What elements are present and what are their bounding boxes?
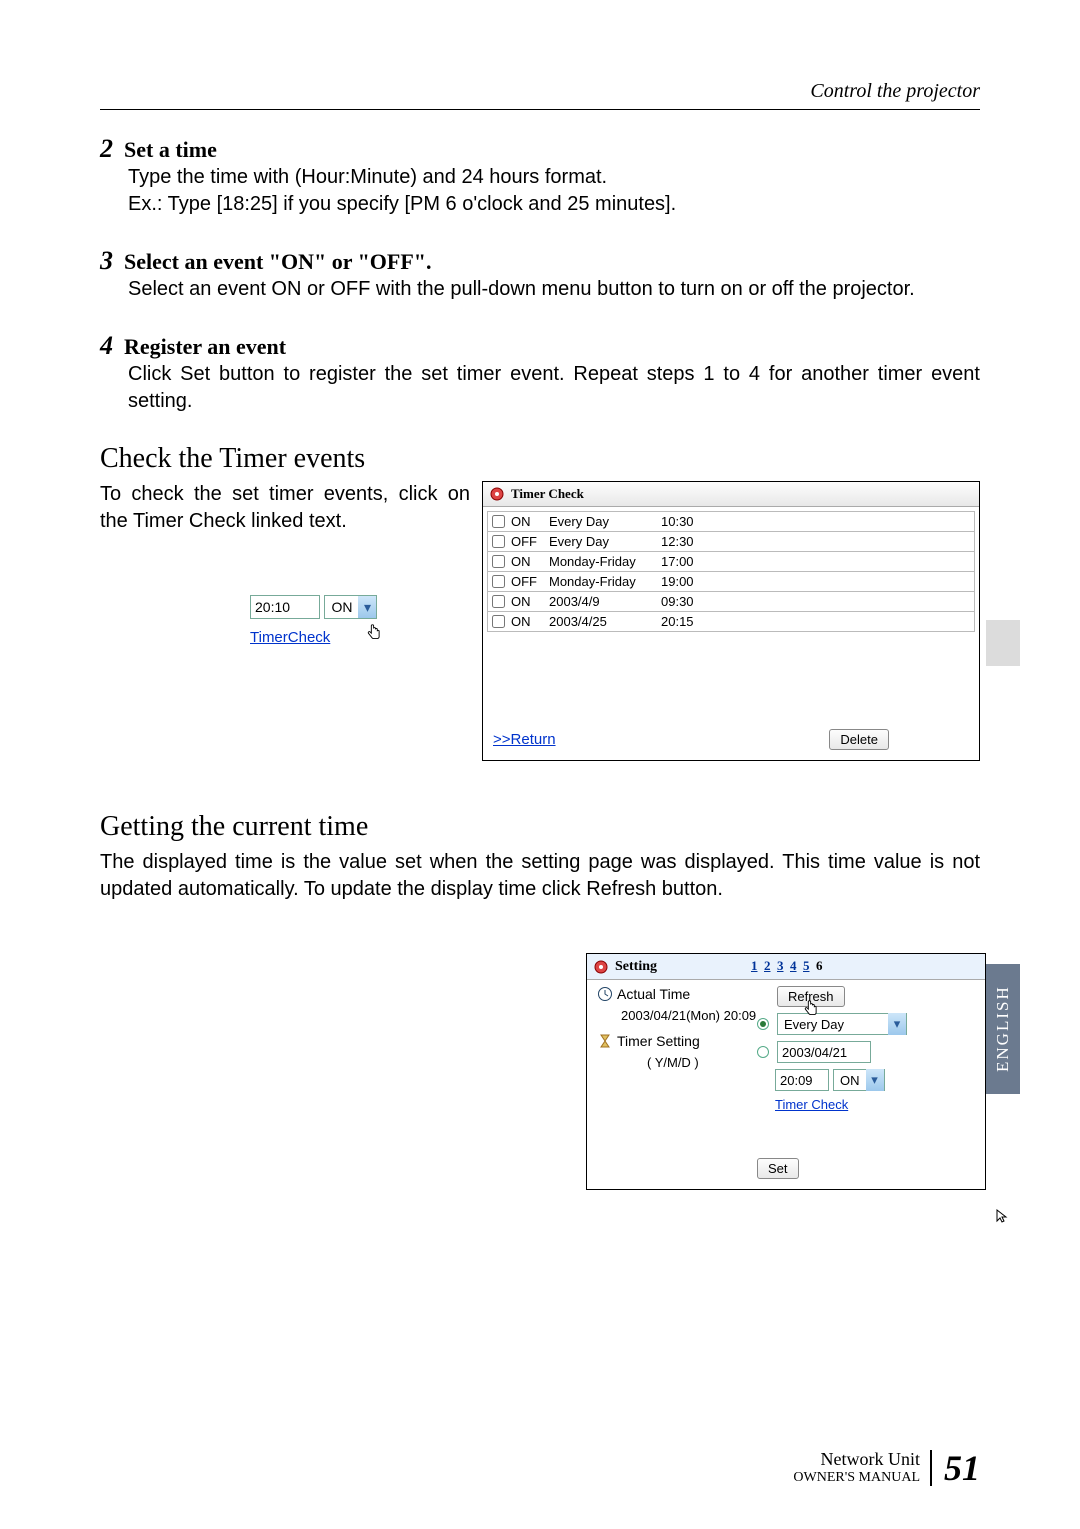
chevron-down-icon[interactable]: ▾	[888, 1013, 906, 1035]
timer-check-link[interactable]: Timer Check	[775, 1097, 848, 1112]
timer-event-row: OFFMonday-Friday19:00	[487, 571, 975, 592]
row-schedule: 2003/4/9	[549, 594, 661, 609]
page-links: 1 2 3 4 5 6	[751, 958, 826, 975]
row-state: OFF	[511, 574, 549, 589]
hourglass-icon	[597, 1033, 613, 1049]
page-link-2[interactable]: 2	[764, 958, 771, 973]
step-number: 2	[100, 134, 124, 164]
timer-event-row: ONMonday-Friday17:00	[487, 551, 975, 572]
state-value: ON	[834, 1073, 866, 1088]
set-button[interactable]: Set	[757, 1158, 799, 1179]
row-schedule: 2003/4/25	[549, 614, 661, 629]
page-section-header: Control the projector	[100, 80, 980, 110]
language-tab: ENGLISH	[986, 964, 1020, 1094]
row-time: 20:15	[661, 614, 711, 629]
row-state: ON	[511, 594, 549, 609]
timer-input-example: ON▾ TimerCheck	[250, 595, 470, 647]
step-number: 4	[100, 331, 124, 361]
footer-line1: Network Unit	[821, 1449, 920, 1469]
step-title: Register an event	[124, 334, 286, 359]
step-3: 3Select an event "ON" or "OFF". Select a…	[100, 246, 980, 303]
step-title: Set a time	[124, 137, 217, 162]
side-gray-stub	[986, 620, 1020, 666]
timer-event-row: ONEvery Day10:30	[487, 511, 975, 532]
step-4: 4Register an event Click Set button to r…	[100, 331, 980, 415]
step-body: Type the time with (Hour:Minute) and 24 …	[128, 164, 980, 218]
gear-icon	[489, 486, 505, 502]
chevron-down-icon[interactable]: ▾	[866, 1069, 884, 1091]
row-time: 19:00	[661, 574, 711, 589]
current-time-heading: Getting the current time	[100, 811, 980, 843]
row-schedule: Monday-Friday	[549, 554, 661, 569]
date-input[interactable]	[777, 1041, 871, 1063]
row-state: ON	[511, 554, 549, 569]
actual-time-row: Actual Time	[597, 986, 757, 1002]
timer-check-panel: Timer Check ONEvery Day10:30OFFEvery Day…	[482, 481, 980, 761]
row-time: 12:30	[661, 534, 711, 549]
page-link-4[interactable]: 4	[790, 958, 797, 973]
row-checkbox[interactable]	[492, 535, 505, 548]
setting-panel: Setting 1 2 3 4 5 6 Actual Time 2003/04/…	[586, 953, 986, 1190]
timer-setting-label: Timer Setting	[617, 1033, 700, 1049]
radio-every-day[interactable]	[757, 1018, 769, 1030]
footer-line2: OWNER'S MANUAL	[793, 1470, 920, 1485]
chevron-down-icon[interactable]: ▾	[358, 596, 376, 618]
row-schedule: Every Day	[549, 534, 661, 549]
time-input[interactable]	[775, 1069, 829, 1091]
check-intro: To check the set timer events, click on …	[100, 481, 470, 535]
row-checkbox[interactable]	[492, 515, 505, 528]
page-footer: Network Unit OWNER'S MANUAL 51	[793, 1447, 980, 1489]
step-title: Select an event "ON" or "OFF".	[124, 249, 432, 274]
timer-event-row: ON2003/4/909:30	[487, 591, 975, 612]
state-select-value: ON	[325, 599, 358, 615]
radio-date[interactable]	[757, 1046, 769, 1058]
timer-check-link[interactable]: TimerCheck	[250, 629, 330, 646]
step-body: Select an event ON or OFF with the pull-…	[128, 276, 980, 303]
step-body: Click Set button to register the set tim…	[128, 361, 980, 415]
timer-check-title: Timer Check	[483, 482, 979, 507]
time-input[interactable]	[250, 595, 320, 619]
page-number: 51	[944, 1448, 980, 1488]
row-time: 09:30	[661, 594, 711, 609]
row-checkbox[interactable]	[492, 615, 505, 628]
row-state: ON	[511, 614, 549, 629]
row-checkbox[interactable]	[492, 555, 505, 568]
state-select[interactable]: ON▾	[833, 1069, 885, 1091]
return-link[interactable]: >>Return	[493, 731, 556, 748]
page-link-3[interactable]: 3	[777, 958, 784, 973]
delete-button[interactable]: Delete	[829, 729, 889, 750]
check-heading: Check the Timer events	[100, 443, 980, 475]
timer-event-row: OFFEvery Day12:30	[487, 531, 975, 552]
panel-title-text: Setting	[615, 959, 745, 975]
step-number: 3	[100, 246, 124, 276]
row-time: 17:00	[661, 554, 711, 569]
clock-icon	[597, 986, 613, 1002]
page-link-6[interactable]: 6	[816, 958, 823, 973]
actual-time-value: 2003/04/21(Mon) 20:09	[621, 1008, 757, 1023]
row-schedule: Monday-Friday	[549, 574, 661, 589]
every-day-select[interactable]: Every Day▾	[777, 1013, 907, 1035]
setting-panel-title: Setting 1 2 3 4 5 6	[587, 954, 985, 980]
ymd-label: ( Y/M/D )	[647, 1055, 757, 1070]
timer-event-row: ON2003/4/2520:15	[487, 611, 975, 632]
page-link-1[interactable]: 1	[751, 958, 758, 973]
timer-setting-row: Timer Setting	[597, 1033, 757, 1049]
row-checkbox[interactable]	[492, 595, 505, 608]
row-checkbox[interactable]	[492, 575, 505, 588]
page-link-5[interactable]: 5	[803, 958, 810, 973]
row-state: ON	[511, 514, 549, 529]
panel-title-text: Timer Check	[511, 486, 584, 502]
gear-icon	[593, 959, 609, 975]
actual-time-label: Actual Time	[617, 986, 690, 1002]
row-time: 10:30	[661, 514, 711, 529]
row-schedule: Every Day	[549, 514, 661, 529]
step-2: 2Set a time Type the time with (Hour:Min…	[100, 134, 980, 218]
state-select[interactable]: ON▾	[324, 595, 377, 619]
row-state: OFF	[511, 534, 549, 549]
current-time-body: The displayed time is the value set when…	[100, 849, 980, 903]
